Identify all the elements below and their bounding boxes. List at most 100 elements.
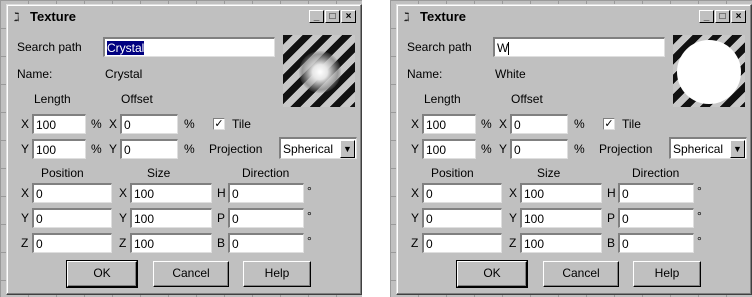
cancel-button[interactable]: Cancel [153,261,229,287]
offset-x-percent: % [574,117,585,131]
size-x-axis-label: X [119,186,128,200]
size-z-axis-label: Z [509,236,517,250]
search-path-value: Crystal [107,41,145,55]
size-z-axis-label: Z [119,236,127,250]
size-x-input[interactable]: 100 [130,183,212,203]
app-icon: ℷ [14,10,20,24]
length-label: Length [34,92,71,106]
minimize-button[interactable]: _ [699,10,714,23]
size-x-input[interactable]: 100 [520,183,602,203]
length-x-percent: % [481,117,492,131]
size-label: Size [147,166,171,180]
position-y-input[interactable]: 0 [32,208,112,228]
cancel-button[interactable]: Cancel [543,261,619,287]
direction-b-axis-label: B [607,236,616,250]
direction-p-degree: ° [697,209,702,223]
length-y-axis-label: Y [411,142,420,156]
position-z-axis-label: Z [21,236,29,250]
direction-label: Direction [632,166,680,180]
size-y-input[interactable]: 100 [130,208,212,228]
maximize-button[interactable]: □ [715,10,730,23]
chevron-down-icon[interactable]: ▼ [340,140,355,158]
offset-x-percent: % [184,117,195,131]
direction-p-input[interactable]: 0 [228,208,304,228]
chevron-down-icon[interactable]: ▼ [730,140,745,158]
position-x-input[interactable]: 0 [422,183,502,203]
tile-checkbox[interactable]: ✓ [603,118,615,130]
help-button[interactable]: Help [243,261,311,287]
length-y-axis-label: Y [21,142,30,156]
direction-h-input[interactable]: 0 [618,183,694,203]
position-label: Position [431,166,474,180]
close-button[interactable]: × [341,10,356,23]
ok-button[interactable]: OK [66,260,138,288]
length-y-input[interactable]: 100 [422,139,476,159]
minimize-button[interactable]: _ [309,10,324,23]
offset-label: Offset [121,92,153,106]
offset-y-percent: % [574,142,585,156]
search-path-value: W [497,41,509,55]
position-z-input[interactable]: 0 [422,233,502,253]
title-bar[interactable]: ℷ Texture _ □ × [400,8,748,26]
offset-x-input[interactable]: 0 [120,114,178,134]
position-y-input[interactable]: 0 [422,208,502,228]
direction-b-input[interactable]: 0 [618,233,694,253]
length-x-input[interactable]: 100 [422,114,476,134]
offset-x-axis-label: X [109,117,118,131]
offset-y-axis-label: Y [499,142,508,156]
length-y-input[interactable]: 100 [32,139,86,159]
right-panel: ℷ Texture _ □ × Search path W Name: Whit… [390,0,752,297]
tile-label: Tile [622,117,641,131]
length-x-input[interactable]: 100 [32,114,86,134]
direction-h-degree: ° [307,184,312,198]
position-x-axis-label: X [411,186,420,200]
size-z-input[interactable]: 100 [520,233,602,253]
size-y-axis-label: Y [119,211,128,225]
direction-h-degree: ° [697,184,702,198]
length-x-axis-label: X [411,117,420,131]
projection-label: Projection [209,142,263,156]
maximize-button[interactable]: □ [325,10,340,23]
direction-h-input[interactable]: 0 [228,183,304,203]
direction-h-axis-label: H [217,186,226,200]
direction-b-degree: ° [697,234,702,248]
texture-preview [283,35,355,107]
position-y-axis-label: Y [411,211,420,225]
position-z-axis-label: Z [411,236,419,250]
length-y-percent: % [91,142,102,156]
name-value: Crystal [105,67,143,81]
help-button[interactable]: Help [633,261,701,287]
size-y-input[interactable]: 100 [520,208,602,228]
dialog-title: Texture [30,9,76,24]
text-caret [508,42,510,56]
projection-label: Projection [599,142,653,156]
offset-x-input[interactable]: 0 [510,114,568,134]
position-x-input[interactable]: 0 [32,183,112,203]
close-button[interactable]: × [731,10,746,23]
tile-checkbox[interactable]: ✓ [213,118,225,130]
search-path-input[interactable]: Crystal [103,37,275,57]
offset-y-input[interactable]: 0 [120,139,178,159]
white-disc-icon [677,40,741,104]
direction-b-input[interactable]: 0 [228,233,304,253]
position-z-input[interactable]: 0 [32,233,112,253]
texture-dialog-crystal: ℷ Texture _ □ × Search path Crystal Name… [6,4,362,295]
offset-y-input[interactable]: 0 [510,139,568,159]
left-panel: ℷ Texture _ □ × Search path Crystal Name… [0,0,362,297]
direction-p-input[interactable]: 0 [618,208,694,228]
projection-value: Spherical [283,142,334,156]
name-value: White [495,67,526,81]
ok-button[interactable]: OK [456,260,528,288]
offset-label: Offset [511,92,543,106]
size-y-axis-label: Y [509,211,518,225]
direction-p-axis-label: P [607,211,616,225]
length-x-percent: % [91,117,102,131]
size-z-input[interactable]: 100 [130,233,212,253]
projection-select[interactable]: Spherical ▼ [279,137,357,159]
app-icon: ℷ [404,10,410,24]
position-label: Position [41,166,84,180]
direction-h-axis-label: H [607,186,616,200]
title-bar[interactable]: ℷ Texture _ □ × [10,8,358,26]
search-path-input[interactable]: W [493,37,665,57]
projection-select[interactable]: Spherical ▼ [669,137,747,159]
